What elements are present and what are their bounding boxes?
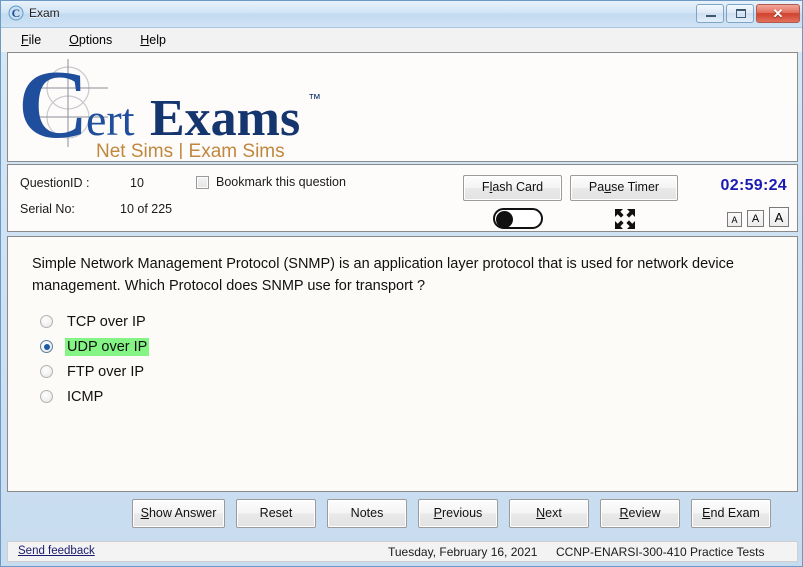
exam-timer: 02:59:24 (720, 177, 787, 194)
answer-option-4[interactable]: ICMP (40, 384, 740, 409)
branding-panel: C ert Exams ™ Net Sims | Exam Sims (7, 52, 798, 162)
menu-file-accel: F (21, 33, 29, 47)
pause-timer-button[interactable]: Pause Timer (570, 175, 678, 201)
show-answer-button[interactable]: Show Answer (132, 499, 225, 528)
minimize-icon (706, 15, 716, 17)
font-size-medium-button[interactable]: A (747, 210, 764, 227)
fullscreen-expand-icon[interactable] (614, 208, 636, 230)
radio-icon[interactable] (40, 340, 53, 353)
question-id-value: 10 (130, 176, 144, 190)
question-panel: Simple Network Management Protocol (SNMP… (7, 236, 798, 492)
pause-timer-label-pre: Pa (588, 180, 605, 194)
certexams-c-icon: C (8, 5, 24, 21)
previous-rest: revious (442, 506, 483, 520)
maximize-icon (736, 9, 746, 18)
show-answer-rest: how Answer (148, 506, 217, 520)
serial-no-value: 10 of 225 (120, 202, 173, 216)
pause-timer-label-post: se Timer (611, 180, 660, 194)
next-button[interactable]: Next (509, 499, 589, 528)
bookmark-question-label: Bookmark this question (216, 175, 346, 189)
font-size-large-button[interactable]: A (769, 207, 789, 227)
bookmark-question-checkbox[interactable]: Bookmark this question (196, 175, 346, 189)
menu-options-rest: ptions (78, 33, 113, 47)
answer-option-3-label: FTP over IP (67, 363, 145, 380)
title-bar-left: C Exam (8, 5, 60, 21)
status-exam-name: CCNP-ENARSI-300-410 Practice Tests (556, 545, 765, 559)
question-text: Simple Network Management Protocol (SNMP… (32, 256, 734, 294)
menu-options-accel: O (69, 33, 79, 47)
exam-application-window: C Exam ✕ File Options Help C ert Exams ™… (0, 0, 803, 567)
answer-option-1-label: TCP over IP (67, 313, 146, 330)
end-exam-accel: E (702, 506, 711, 520)
close-button[interactable]: ✕ (756, 4, 800, 23)
previous-accel: P (433, 506, 443, 520)
answer-option-1[interactable]: TCP over IP (40, 309, 740, 334)
close-icon: ✕ (772, 6, 784, 21)
svg-text:Net Sims | Exam Sims: Net Sims | Exam Sims (96, 141, 285, 159)
menu-help-accel: H (140, 33, 150, 47)
svg-text:™: ™ (308, 91, 321, 106)
next-accel: N (536, 506, 546, 520)
menu-item-file[interactable]: File (19, 30, 53, 50)
flash-card-label-post: ash Card (492, 180, 544, 194)
toggle-knob (496, 211, 513, 228)
status-date: Tuesday, February 16, 2021 (388, 545, 538, 559)
title-bar: C Exam ✕ (1, 1, 802, 28)
answer-option-2[interactable]: UDP over IP (40, 334, 740, 359)
svg-text:C: C (12, 6, 21, 20)
end-exam-button[interactable]: End Exam (691, 499, 771, 528)
notes-button[interactable]: Notes (327, 499, 407, 528)
status-bar: Send feedback Tuesday, February 16, 2021… (7, 541, 798, 562)
radio-icon[interactable] (40, 365, 53, 378)
menu-help-rest: elp (149, 33, 166, 47)
answer-option-2-label: UDP over IP (65, 337, 150, 356)
question-id-label: QuestionID : (20, 176, 90, 190)
svg-text:C: C (18, 55, 89, 159)
show-answer-accel: S (140, 506, 149, 520)
previous-button[interactable]: Previous (418, 499, 498, 528)
font-size-controls: A A A (727, 207, 789, 227)
answer-option-3[interactable]: FTP over IP (40, 359, 740, 384)
certexams-logo-svg: C ert Exams ™ Net Sims | Exam Sims (18, 53, 321, 161)
menu-file-rest: ile (28, 33, 42, 47)
radio-icon[interactable] (40, 315, 53, 328)
end-exam-rest: nd Exam (710, 506, 760, 520)
review-accel: R (619, 506, 629, 520)
action-buttons: Show Answer Reset Notes Previous Next Re… (132, 499, 771, 528)
question-info-panel: QuestionID : 10 Serial No: 10 of 225 Boo… (7, 164, 798, 232)
menu-bar: File Options Help (1, 28, 802, 52)
review-rest: eview (628, 506, 661, 520)
action-button-bar: Show Answer Reset Notes Previous Next Re… (7, 496, 798, 538)
maximize-button[interactable] (726, 4, 754, 23)
flash-card-button[interactable]: Flash Card (463, 175, 562, 201)
next-rest: ext (545, 506, 562, 520)
svg-text:Exams: Exams (150, 90, 300, 147)
window-controls: ✕ (696, 4, 800, 23)
send-feedback-link[interactable]: Send feedback (18, 545, 95, 557)
answer-option-4-label: ICMP (67, 388, 104, 405)
client-area: C ert Exams ™ Net Sims | Exam Sims Quest… (7, 52, 798, 562)
answer-options-list: TCP over IP UDP over IP FTP over IP ICMP (40, 309, 740, 409)
minimize-button[interactable] (696, 4, 724, 23)
serial-no-label: Serial No: (20, 202, 75, 216)
checkbox-icon[interactable] (196, 175, 209, 189)
answer-mode-toggle[interactable] (493, 208, 543, 229)
svg-text:ert: ert (86, 94, 135, 145)
flash-card-label-pre: F (481, 180, 490, 194)
certexams-logo: C ert Exams ™ Net Sims | Exam Sims (16, 53, 346, 161)
window-title: Exam (29, 6, 60, 20)
menu-item-help[interactable]: Help (138, 30, 178, 50)
font-size-small-button[interactable]: A (727, 212, 742, 227)
review-button[interactable]: Review (600, 499, 680, 528)
menu-item-options[interactable]: Options (67, 30, 124, 50)
radio-icon[interactable] (40, 390, 53, 403)
reset-button[interactable]: Reset (236, 499, 316, 528)
